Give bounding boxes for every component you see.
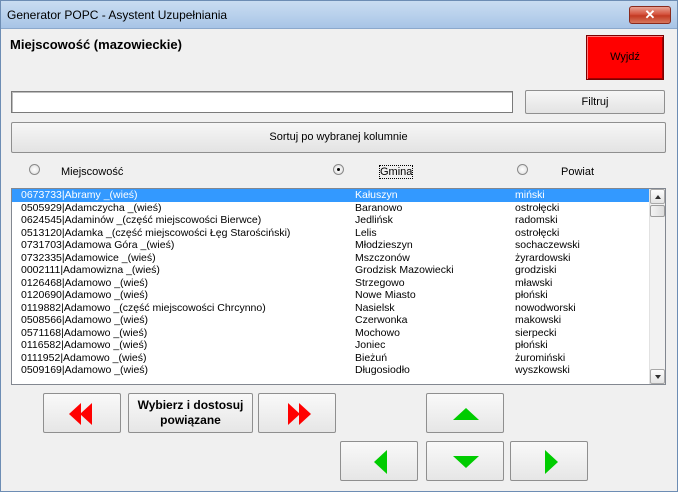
cell-miejscowosc: 0508566|Adamowo _(wieś)	[21, 314, 149, 326]
cell-gmina: Czerwonka	[355, 314, 408, 326]
cell-powiat: żyrardowski	[515, 251, 571, 264]
cell-miejscowosc: 0120690|Adamowo _(wieś)	[21, 289, 149, 301]
cell-powiat: radomski	[515, 214, 558, 226]
cell-miejscowosc: 0119882|Adamowo _(część miejscowości Chr…	[21, 301, 266, 314]
radio-label-miejscowosc: Miejscowość	[61, 166, 124, 178]
list-item[interactable]: 0571168|Adamowo _(wieś) Mochowo sierpecki	[12, 327, 650, 340]
cell-miejscowosc: 0571168|Adamowo _(wieś)	[21, 326, 148, 339]
cell-powiat: mławski	[515, 276, 553, 289]
cell-powiat: sochaczewski	[515, 239, 580, 251]
cell-powiat: wyszkowski	[515, 364, 570, 376]
radio-label-powiat: Powiat	[561, 166, 595, 178]
title-bar[interactable]: Generator POPC - Asystent Uzupełniania ✕	[1, 1, 677, 29]
cell-miejscowosc: 0116582|Adamowo _(wieś)	[21, 339, 148, 351]
cell-miejscowosc: 0509169|Adamowo _(wieś)	[21, 364, 149, 376]
cell-gmina: Joniec	[355, 339, 386, 351]
last-page-button[interactable]	[258, 393, 336, 433]
select-and-adjust-button[interactable]: Wybierz i dostosuj powiązane	[128, 393, 253, 433]
up-arrow-icon	[453, 408, 479, 420]
right-arrow-icon	[545, 450, 558, 474]
radio-label-gmina: Gmina	[378, 165, 414, 179]
move-right-button[interactable]	[510, 441, 588, 481]
cell-gmina: Nasielsk	[355, 301, 395, 314]
cell-miejscowosc: 0731703|Adamowa Góra _(wieś)	[21, 239, 175, 251]
scroll-up-button[interactable]	[650, 189, 665, 204]
cell-gmina: Bieżuń	[355, 351, 388, 364]
list-item[interactable]: 0505929|Adamczycha _(wieś) Baranowo ostroł…	[12, 202, 650, 215]
list-item[interactable]: 0732335|Adamowice _(wieś) Mszczonów żyrard…	[12, 252, 650, 265]
filter-input[interactable]	[11, 91, 513, 113]
scroll-down-button[interactable]	[650, 369, 665, 384]
cell-gmina: Lelis	[355, 226, 377, 239]
list-item[interactable]: 0513120|Adamka _(część miejscowości Łęg …	[12, 227, 650, 240]
cell-miejscowosc: 0111952|Adamowo _(wieś)	[21, 351, 147, 364]
cell-gmina: Baranowo	[355, 201, 403, 214]
filter-button[interactable]: Filtruj	[525, 90, 665, 114]
radio-button[interactable]	[517, 164, 528, 175]
scroll-thumb[interactable]	[650, 205, 665, 217]
scroll-up-icon	[655, 195, 661, 199]
cell-powiat: grodziski	[515, 264, 557, 276]
sort-by-column-button[interactable]: Sortuj po wybranej kolumnie	[11, 122, 666, 153]
list-body: 0673733|Abramy _(wieś) Kałuszyn miński 0505…	[12, 189, 650, 384]
cell-miejscowosc: 0732335|Adamowice _(wieś)	[21, 251, 156, 264]
cell-gmina: Długosiodło	[355, 364, 410, 376]
cell-miejscowosc: 0624545|Adaminów _(część miejscowości Bi…	[21, 214, 262, 226]
cell-powiat: nowodworski	[515, 301, 576, 314]
cell-powiat: ostrołęcki	[515, 201, 560, 214]
list-item[interactable]: 0120690|Adamowo _(wieś) Nowe Miasto płońsk…	[12, 289, 650, 302]
list-item[interactable]: 0126468|Adamowo _(wieś) Strzegowo mławski	[12, 277, 650, 290]
cell-powiat: sierpecki	[515, 326, 557, 339]
move-up-button[interactable]	[426, 393, 504, 433]
app-window: Generator POPC - Asystent Uzupełniania ✕…	[0, 0, 678, 492]
cell-miejscowosc: 0513120|Adamka _(część miejscowości Łęg …	[21, 226, 291, 239]
exit-button[interactable]: Wyjdź	[586, 35, 664, 80]
cell-gmina: Strzegowo	[355, 276, 405, 289]
cell-gmina: Kałuszyn	[355, 189, 398, 201]
vertical-scrollbar[interactable]	[649, 189, 665, 384]
cell-gmina: Nowe Miasto	[355, 289, 416, 301]
cell-powiat: makowski	[515, 314, 562, 326]
cell-miejscowosc: 0126468|Adamowo _(wieś)	[21, 276, 149, 289]
move-down-button[interactable]	[426, 441, 504, 481]
list-item[interactable]: 0111952|Adamowo _(wieś) Bieżuń żuromiński	[12, 352, 650, 365]
cell-powiat: ostrołęcki	[515, 226, 560, 239]
radio-button[interactable]	[29, 164, 40, 175]
cell-gmina: Grodzisk Mazowiecki	[355, 264, 454, 276]
move-left-button[interactable]	[340, 441, 418, 481]
list-item[interactable]: 0002111|Adamowizna _(wieś) Grodzisk Mazow…	[12, 264, 650, 277]
cell-powiat: płoński	[515, 289, 548, 301]
cell-powiat: żuromiński	[515, 351, 566, 364]
close-icon: ✕	[644, 7, 656, 22]
double-right-arrow-icon	[288, 403, 311, 425]
double-left-arrow-icon	[69, 403, 92, 425]
window-title: Generator POPC - Asystent Uzupełniania	[7, 8, 228, 22]
left-arrow-icon	[374, 450, 387, 474]
list-item[interactable]: 0624545|Adaminów _(część miejscowości Bi…	[12, 214, 650, 227]
cell-gmina: Młodzieszyn	[355, 239, 413, 251]
cell-miejscowosc: 0002111|Adamowizna _(wieś)	[21, 264, 160, 276]
cell-gmina: Mszczonów	[355, 251, 410, 264]
list-item[interactable]: 0508566|Adamowo _(wieś) Czerwonka makowski	[12, 314, 650, 327]
select-and-adjust-line2: powiązane	[160, 413, 221, 427]
list-item[interactable]: 0731703|Adamowa Góra _(wieś) Młodzieszyn s…	[12, 239, 650, 252]
cell-miejscowosc: 0673733|Abramy _(wieś)	[21, 189, 138, 201]
cell-gmina: Mochowo	[355, 326, 400, 339]
page-title: Miejscowość (mazowieckie)	[10, 37, 182, 52]
cell-miejscowosc: 0505929|Adamczycha _(wieś)	[21, 201, 162, 214]
cell-powiat: miński	[515, 189, 545, 201]
down-arrow-icon	[453, 456, 479, 468]
first-page-button[interactable]	[43, 393, 121, 433]
cell-gmina: Jedlińsk	[355, 214, 393, 226]
list-item-selected[interactable]: 0673733|Abramy _(wieś) Kałuszyn miński	[12, 189, 650, 202]
select-and-adjust-line1: Wybierz i dostosuj	[137, 398, 244, 412]
scroll-down-icon	[655, 375, 661, 379]
list-item[interactable]: 0509169|Adamowo _(wieś) Długosiodło wyszko…	[12, 364, 650, 377]
list-item[interactable]: 0116582|Adamowo _(wieś) Joniec płoński	[12, 339, 650, 352]
locality-list[interactable]: 0673733|Abramy _(wieś) Kałuszyn miński 0505…	[11, 188, 666, 385]
cell-powiat: płoński	[515, 339, 548, 351]
radio-button-checked[interactable]	[333, 164, 344, 175]
close-button[interactable]: ✕	[629, 6, 671, 24]
list-item[interactable]: 0119882|Adamowo _(część miejscowości Chr…	[12, 302, 650, 315]
